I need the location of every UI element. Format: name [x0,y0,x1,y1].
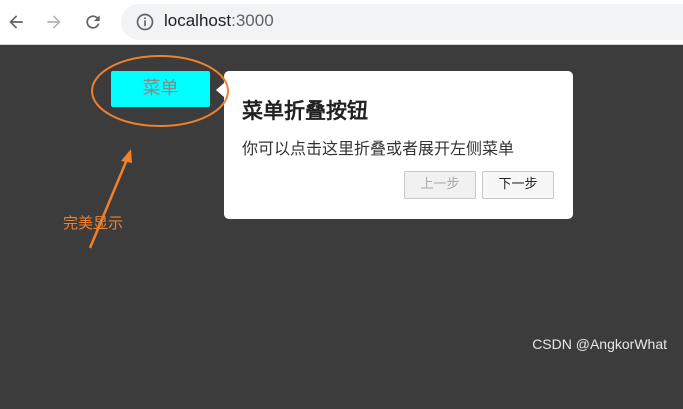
back-button[interactable] [2,8,30,36]
url-host: localhost [164,11,232,30]
popover-title: 菜单折叠按钮 [242,99,368,123]
popover-arrow [216,83,224,97]
address-bar[interactable]: localhost:3000 [121,4,683,40]
arrow-left-icon [9,15,23,29]
prev-step-button[interactable]: 上一步 [404,171,476,199]
next-step-button[interactable]: 下一步 [482,171,554,199]
url-text[interactable]: localhost:3000 [164,11,274,31]
forward-button[interactable] [40,8,68,36]
browser-toolbar: localhost:3000 [0,0,683,45]
url-port: :3000 [231,11,274,30]
arrow-right-icon [47,15,61,29]
popover-description: 你可以点击这里折叠或者展开左侧菜单 [242,139,515,158]
tour-popover: 菜单折叠按钮 你可以点击这里折叠或者展开左侧菜单 上一步 下一步 [216,71,573,219]
menu-collapse-button[interactable]: 菜单 [111,71,210,107]
info-icon[interactable] [135,12,155,32]
reload-icon [86,15,100,29]
annotation-label: 完美显示 [63,214,124,232]
watermark: CSDN @AngkorWhat [532,336,667,352]
reload-button[interactable] [79,8,107,36]
